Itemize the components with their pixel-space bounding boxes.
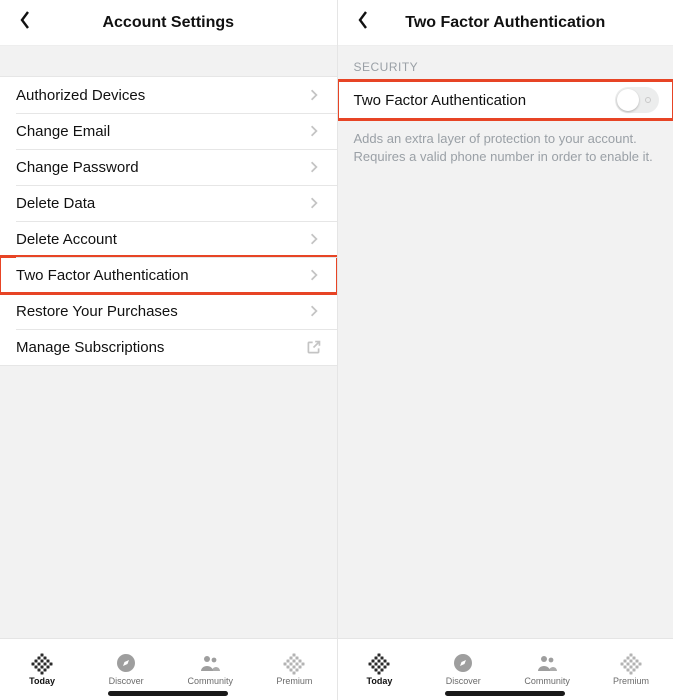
tab-premium[interactable]: Premium bbox=[252, 639, 336, 700]
row-label: Change Email bbox=[16, 123, 305, 140]
chevron-right-icon bbox=[305, 194, 323, 212]
screen-two-factor: Two Factor Authentication SECURITY Two F… bbox=[337, 0, 673, 700]
chevron-right-icon bbox=[305, 302, 323, 320]
tab-premium[interactable]: Premium bbox=[589, 639, 673, 700]
tab-label: Today bbox=[367, 676, 393, 686]
page-title: Account Settings bbox=[102, 14, 234, 32]
chevron-right-icon bbox=[305, 122, 323, 140]
row-two-factor-toggle[interactable]: Two Factor Authentication bbox=[338, 81, 673, 119]
toggle-knob bbox=[617, 89, 639, 111]
row-label: Delete Account bbox=[16, 231, 305, 248]
settings-row-restore-your-purchases[interactable]: Restore Your Purchases bbox=[0, 293, 337, 329]
two-factor-list: Two Factor Authentication bbox=[338, 80, 673, 120]
tab-today[interactable]: Today bbox=[0, 639, 84, 700]
tab-label: Discover bbox=[446, 676, 481, 686]
settings-list: Authorized Devices Change Email Change Pas… bbox=[0, 76, 337, 366]
tab-label: Community bbox=[188, 676, 234, 686]
fitbit-icon bbox=[368, 652, 390, 674]
settings-row-delete-data[interactable]: Delete Data bbox=[0, 185, 337, 221]
screen-account-settings: Account Settings Authorized Devices Chang… bbox=[0, 0, 337, 700]
tab-label: Today bbox=[29, 676, 55, 686]
settings-row-change-password[interactable]: Change Password bbox=[0, 149, 337, 185]
compass-icon bbox=[115, 652, 137, 674]
chevron-right-icon bbox=[305, 158, 323, 176]
row-label: Restore Your Purchases bbox=[16, 303, 305, 320]
tab-label: Community bbox=[524, 676, 570, 686]
tab-label: Discover bbox=[109, 676, 144, 686]
people-icon bbox=[199, 652, 221, 674]
row-label: Authorized Devices bbox=[16, 87, 305, 104]
two-factor-body: SECURITY Two Factor Authentication Adds … bbox=[338, 46, 673, 700]
header: Two Factor Authentication bbox=[338, 0, 673, 46]
chevron-right-icon bbox=[305, 86, 323, 104]
settings-row-manage-subscriptions[interactable]: Manage Subscriptions bbox=[0, 329, 337, 365]
settings-row-authorized-devices[interactable]: Authorized Devices bbox=[0, 77, 337, 113]
people-icon bbox=[536, 652, 558, 674]
settings-row-two-factor-authentication[interactable]: Two Factor Authentication bbox=[0, 257, 337, 293]
chevron-right-icon bbox=[305, 230, 323, 248]
two-factor-hint: Adds an extra layer of protection to you… bbox=[338, 120, 673, 165]
chevron-right-icon bbox=[305, 266, 323, 284]
home-indicator bbox=[108, 691, 228, 696]
chevron-left-icon bbox=[19, 10, 31, 35]
settings-row-delete-account[interactable]: Delete Account bbox=[0, 221, 337, 257]
row-label: Manage Subscriptions bbox=[16, 339, 305, 356]
tab-label: Premium bbox=[276, 676, 312, 686]
compass-icon bbox=[452, 652, 474, 674]
settings-body: Authorized Devices Change Email Change Pas… bbox=[0, 46, 337, 700]
row-label: Delete Data bbox=[16, 195, 305, 212]
fitbit-icon bbox=[283, 652, 305, 674]
toggle-off-indicator bbox=[645, 97, 651, 103]
chevron-left-icon bbox=[357, 10, 369, 35]
row-label: Two Factor Authentication bbox=[16, 267, 305, 284]
back-button[interactable] bbox=[8, 0, 42, 45]
row-label: Change Password bbox=[16, 159, 305, 176]
external-link-icon bbox=[305, 338, 323, 356]
page-title: Two Factor Authentication bbox=[405, 14, 605, 32]
tab-today[interactable]: Today bbox=[338, 639, 422, 700]
tab-label: Premium bbox=[613, 676, 649, 686]
row-label: Two Factor Authentication bbox=[354, 92, 616, 109]
settings-row-change-email[interactable]: Change Email bbox=[0, 113, 337, 149]
fitbit-icon bbox=[31, 652, 53, 674]
back-button[interactable] bbox=[346, 0, 380, 45]
fitbit-icon bbox=[620, 652, 642, 674]
section-header-security: SECURITY bbox=[338, 46, 673, 80]
two-factor-toggle[interactable] bbox=[615, 87, 659, 113]
header: Account Settings bbox=[0, 0, 337, 46]
home-indicator bbox=[445, 691, 565, 696]
